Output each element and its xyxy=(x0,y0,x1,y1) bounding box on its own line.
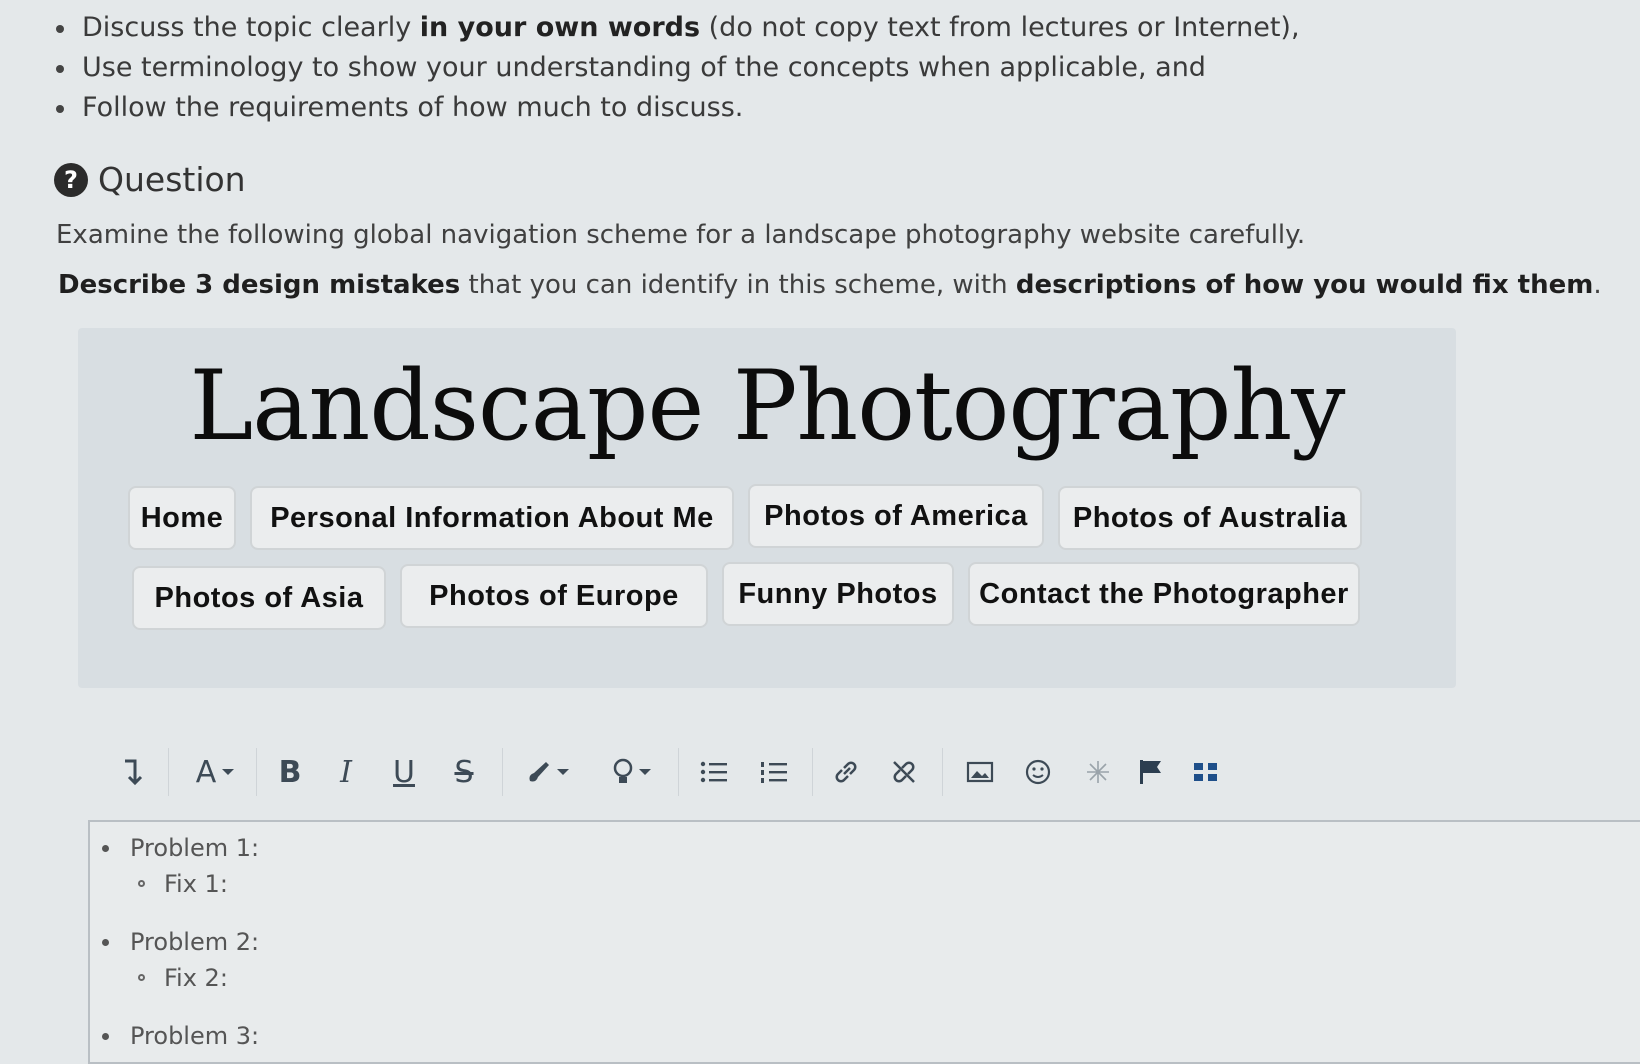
toolbar-separator xyxy=(168,748,169,796)
problem-3-item: Problem 3: xyxy=(101,1018,259,1054)
editor-toolbar: A B I U S xyxy=(112,740,1292,812)
bullet-list-icon[interactable] xyxy=(692,740,736,804)
nav-button-asia: Photos of Asia xyxy=(132,566,386,630)
nav-button-funny: Funny Photos xyxy=(722,562,954,626)
nav-button-contact: Contact the Photographer xyxy=(968,562,1360,626)
instruction-item: Follow the requirements of how much to d… xyxy=(56,88,1242,128)
fix-2-item: Fix 2: xyxy=(130,960,259,996)
question-heading: ? Question xyxy=(54,160,246,199)
instruction-item: Discuss the topic clearly in your own wo… xyxy=(56,8,1300,48)
special-char-icon[interactable] xyxy=(1076,740,1120,804)
question-title: Question xyxy=(98,160,246,199)
task-text: that you can identify in this scheme, wi… xyxy=(460,270,1016,300)
problem-2-item: Problem 2: xyxy=(101,924,259,960)
chevron-down-icon xyxy=(557,769,569,775)
toolbar-separator xyxy=(256,748,257,796)
task-text: . xyxy=(1593,270,1602,300)
task-emphasis: Describe 3 design mistakes xyxy=(58,270,461,300)
bold-icon[interactable]: B xyxy=(268,740,312,804)
numbered-list-icon[interactable] xyxy=(752,740,796,804)
italic-icon[interactable]: I xyxy=(324,740,368,804)
answer-list: Problem 1: Fix 1: Problem 2: Fix 2: Prob… xyxy=(101,830,259,1054)
nav-button-personal-info: Personal Information About Me xyxy=(250,486,734,550)
instruction-text: Discuss the topic clearly xyxy=(82,12,420,43)
flag-icon[interactable] xyxy=(1128,740,1172,804)
task-emphasis: descriptions of how you would fix them xyxy=(1015,270,1594,300)
more-icon[interactable] xyxy=(1184,740,1228,804)
instruction-text: (do not copy text from lectures or Inter… xyxy=(700,12,1300,43)
problem-1-item: Problem 1: xyxy=(101,830,259,866)
font-size-glyph: A xyxy=(195,754,217,790)
toolbar-separator xyxy=(942,748,943,796)
site-title: Landscape Photography xyxy=(189,350,1346,462)
instructions-list: Discuss the topic clearly in your own wo… xyxy=(50,8,1300,128)
font-size-icon[interactable]: A xyxy=(188,740,244,804)
question-task: Describe 3 design mistakes that you can … xyxy=(58,270,1602,300)
instruction-emphasis: in your own words xyxy=(419,12,701,43)
unlink-icon[interactable] xyxy=(882,740,926,804)
chevron-down-icon xyxy=(639,769,651,775)
paragraph-format-icon[interactable] xyxy=(112,740,152,804)
fix-1-item: Fix 1: xyxy=(130,866,259,902)
navigation-scheme-image: Landscape Photography Home Personal Info… xyxy=(78,328,1456,688)
assignment-page: Discuss the topic clearly in your own wo… xyxy=(0,0,1640,1064)
image-icon[interactable] xyxy=(958,740,1002,804)
nav-button-america: Photos of America xyxy=(748,484,1044,548)
toolbar-separator xyxy=(812,748,813,796)
question-prompt: Examine the following global navigation … xyxy=(56,220,1306,250)
underline-icon[interactable]: U xyxy=(382,740,426,804)
nav-button-australia: Photos of Australia xyxy=(1058,486,1362,550)
question-circle-icon: ? xyxy=(54,162,88,197)
answer-editor[interactable]: Problem 1: Fix 1: Problem 2: Fix 2: Prob… xyxy=(88,820,1640,1064)
strikethrough-icon[interactable]: S xyxy=(442,740,486,804)
chevron-down-icon xyxy=(222,769,235,775)
emoji-icon[interactable] xyxy=(1016,740,1060,804)
toolbar-separator xyxy=(678,748,679,796)
toolbar-separator xyxy=(502,748,503,796)
link-icon[interactable] xyxy=(824,740,868,804)
instruction-item: Use terminology to show your understandi… xyxy=(56,48,1242,88)
highlight-icon[interactable] xyxy=(602,740,662,804)
text-color-icon[interactable] xyxy=(518,740,578,804)
nav-button-europe: Photos of Europe xyxy=(400,564,708,628)
nav-button-home: Home xyxy=(128,486,236,550)
